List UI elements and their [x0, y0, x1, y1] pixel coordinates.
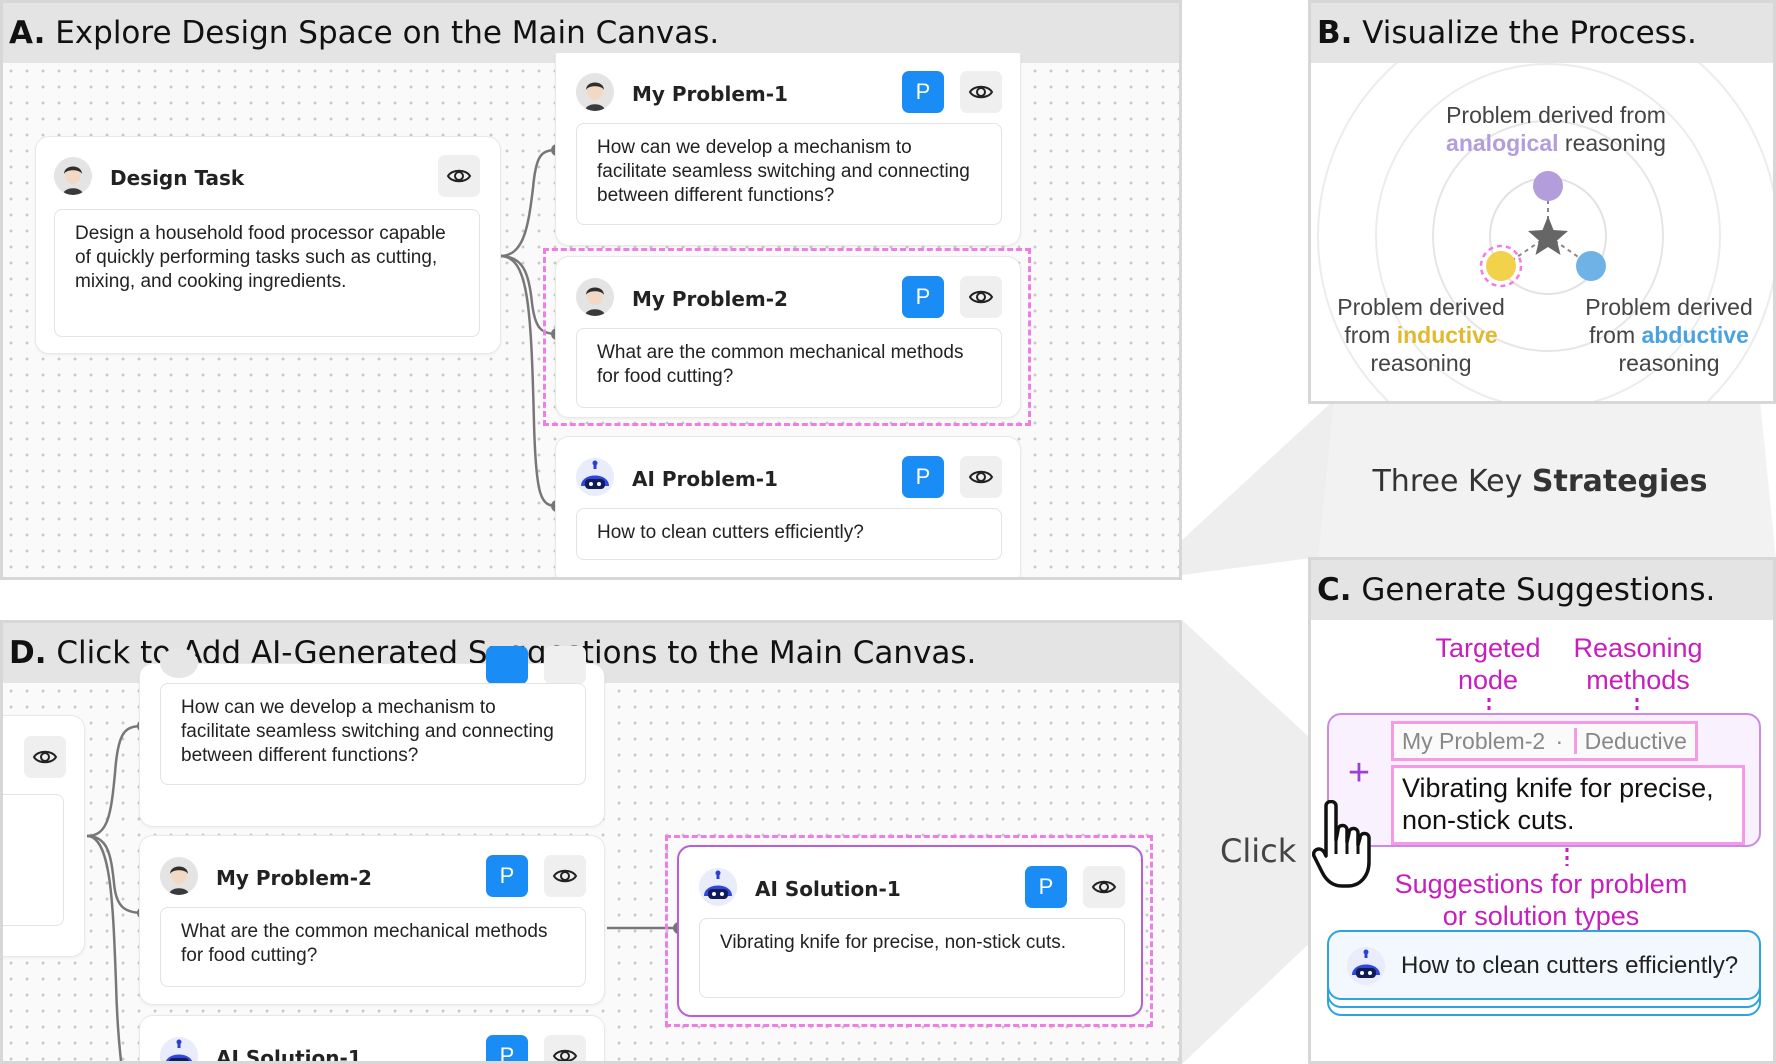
add-suggestion-button[interactable]: +	[1339, 753, 1379, 793]
inductive-label-line1: Problem derived	[1337, 294, 1505, 320]
eye-icon[interactable]	[544, 646, 586, 684]
problem-1-text-d: How can we develop a mechanism to facili…	[160, 683, 586, 785]
analogical-word: analogical	[1446, 130, 1559, 156]
p-button[interactable]: P	[1025, 866, 1067, 908]
analogical-label: Problem derived from analogical reasonin…	[1411, 101, 1701, 157]
click-label: Click	[1220, 832, 1297, 870]
eye-icon[interactable]	[544, 1035, 586, 1061]
robot-avatar-icon	[160, 1037, 198, 1061]
ai-solution-node-partial[interactable]: AI Solution-1 P	[139, 1015, 605, 1064]
eye-icon[interactable]	[544, 855, 586, 897]
strategies-bold: Strategies	[1531, 464, 1708, 499]
panel-b: B. Visualize the Process. Problem derive…	[1308, 0, 1776, 404]
ai-solution-title-partial: AI Solution-1	[216, 1046, 362, 1064]
abductive-word: abductive	[1641, 322, 1749, 348]
user-avatar-icon	[160, 857, 198, 895]
strategies-prefix: Three Key	[1372, 464, 1532, 499]
strategies-caption: Three Key Strategies	[1330, 464, 1750, 499]
new-ai-solution-text: Vibrating knife for precise, non-stick c…	[699, 918, 1125, 998]
panel-d: D. Click to Add AI-Generated Suggestions…	[0, 620, 1182, 1064]
p-button[interactable]	[486, 646, 528, 684]
robot-avatar-icon	[1347, 947, 1385, 985]
inductive-label-line3: reasoning	[1370, 350, 1472, 376]
suggestion-types-label: Suggestions for problem or solution type…	[1394, 869, 1688, 931]
star-icon	[1528, 216, 1568, 255]
stacked-suggestion-card[interactable]: How to clean cutters efficiently?	[1327, 930, 1761, 1000]
inductive-word: inductive	[1396, 322, 1498, 348]
targeted-node-chip: My Problem-2	[1402, 728, 1546, 754]
abductive-label: Problem derived from abductive reasoning	[1574, 293, 1764, 377]
panel-b-title: Visualize the Process.	[1362, 15, 1697, 51]
inductive-label: Problem derived from inductive reasoning	[1326, 293, 1516, 377]
chip-separator: ·	[1555, 728, 1564, 754]
analogical-label-rest: reasoning	[1558, 130, 1666, 156]
suggestion-text: Vibrating knife for precise, non-stick c…	[1391, 765, 1745, 845]
problem-2-text-d: What are the common mechanical methods f…	[160, 907, 586, 987]
hand-cursor-icon	[1312, 800, 1371, 888]
problem-2-title-d: My Problem-2	[216, 866, 372, 890]
stacked-suggestion-text: How to clean cutters efficiently?	[1401, 952, 1739, 979]
inductive-prefix: from	[1344, 322, 1397, 348]
inductive-dot	[1486, 251, 1516, 281]
problem-node-2-d[interactable]: My Problem-2 P What are the common mecha…	[139, 835, 605, 1005]
new-ai-solution-title: AI Solution-1	[755, 877, 901, 901]
eye-icon[interactable]	[24, 736, 66, 778]
abductive-label-line1: Problem derived	[1585, 294, 1753, 320]
panel-b-header: B. Visualize the Process.	[1311, 3, 1773, 63]
new-ai-solution-node[interactable]: AI Solution-1 P Vibrating knife for prec…	[677, 845, 1143, 1017]
design-task-node-partial[interactable]	[3, 715, 85, 957]
abductive-dot	[1576, 251, 1606, 281]
reasoning-method-chip: Deductive	[1573, 728, 1687, 754]
analogical-label-line1: Problem derived from	[1446, 102, 1666, 128]
abductive-label-line3: reasoning	[1618, 350, 1720, 376]
suggestion-card[interactable]: + My Problem-2 · Deductive Vibrating kni…	[1327, 713, 1761, 847]
p-button[interactable]: P	[486, 1035, 528, 1061]
user-avatar-icon	[160, 648, 198, 678]
p-button[interactable]: P	[486, 855, 528, 897]
abductive-prefix: from	[1589, 322, 1642, 348]
eye-icon[interactable]	[1083, 866, 1125, 908]
robot-avatar-icon	[699, 868, 737, 906]
design-task-text-partial	[3, 794, 64, 926]
panel-b-letter: B.	[1317, 15, 1353, 51]
analogical-dot	[1533, 171, 1563, 201]
chip-row: My Problem-2 · Deductive	[1391, 721, 1698, 761]
problem-node-1-partial[interactable]: How can we develop a mechanism to facili…	[139, 646, 605, 827]
